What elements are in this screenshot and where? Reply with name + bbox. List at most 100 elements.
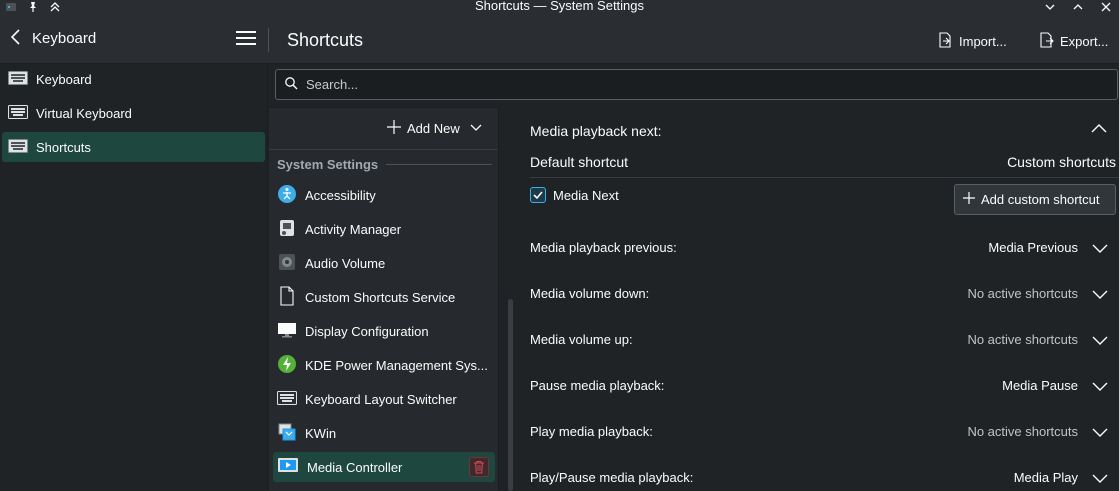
category-label: Media Controller bbox=[307, 459, 403, 475]
window-title: Shortcuts — System Settings bbox=[474, 0, 645, 13]
search-icon bbox=[284, 76, 298, 93]
action-name: Media playback previous: bbox=[530, 240, 677, 255]
document-icon bbox=[277, 285, 297, 309]
display-icon bbox=[277, 320, 297, 343]
shortcut-row-play[interactable]: Play media playback: No active shortcuts bbox=[530, 424, 1108, 444]
shortcut-row-pause[interactable]: Pause media playback: Media Pause bbox=[530, 378, 1108, 398]
category-item-media-controller[interactable]: Media Controller bbox=[273, 452, 495, 482]
shortcut-row-volume-up[interactable]: Media volume up: No active shortcuts bbox=[530, 332, 1108, 352]
default-shortcut-checkbox[interactable]: Media Next bbox=[530, 187, 619, 203]
title-bar: Shortcuts — System Settings bbox=[0, 0, 1119, 14]
maximize-icon[interactable] bbox=[1071, 0, 1085, 14]
chevron-down-icon[interactable] bbox=[1092, 472, 1108, 487]
category-label: Keyboard Layout Switcher bbox=[305, 391, 457, 407]
category-label: Custom Shortcuts Service bbox=[305, 289, 456, 305]
back-button[interactable]: Keyboard bbox=[8, 28, 96, 49]
search-input[interactable]: Search... bbox=[275, 69, 1118, 100]
sidebar-item-virtual-keyboard[interactable]: Virtual Keyboard bbox=[2, 98, 265, 128]
chevron-down-icon[interactable] bbox=[1092, 288, 1108, 303]
plus-icon bbox=[963, 192, 975, 207]
sidebar-item-label: Shortcuts bbox=[36, 139, 91, 155]
action-name: Play/Pause media playback: bbox=[530, 470, 694, 485]
export-icon bbox=[1038, 32, 1054, 51]
expanded-action-title: Media playback next: bbox=[530, 123, 662, 139]
shortcut-value: No active shortcuts bbox=[967, 424, 1078, 439]
hamburger-menu-icon[interactable] bbox=[236, 31, 256, 47]
shortcut-row-volume-down[interactable]: Media volume down: No active shortcuts bbox=[530, 286, 1108, 306]
chevron-down-icon[interactable] bbox=[1092, 334, 1108, 349]
category-label: Accessibility bbox=[305, 187, 376, 203]
chevron-down-icon bbox=[470, 121, 482, 136]
category-item-activity-manager[interactable]: Activity Manager bbox=[273, 214, 495, 244]
import-button[interactable]: Import... bbox=[937, 32, 1007, 51]
add-new-button[interactable]: Add New bbox=[387, 120, 482, 137]
shortcut-value: No active shortcuts bbox=[967, 332, 1078, 347]
shortcut-row-play-pause[interactable]: Play/Pause media playback: Media Play bbox=[530, 470, 1108, 490]
audio-volume-icon bbox=[277, 252, 297, 275]
virtual-keyboard-icon bbox=[8, 104, 28, 122]
import-icon bbox=[937, 32, 953, 51]
shortcut-row-media-previous[interactable]: Media playback previous: Media Previous bbox=[530, 240, 1108, 260]
custom-shortcuts-heading: Custom shortcuts bbox=[1007, 154, 1116, 170]
minimize-icon[interactable] bbox=[1043, 0, 1057, 14]
chevron-down-icon[interactable] bbox=[1092, 426, 1108, 441]
close-icon[interactable] bbox=[1099, 0, 1113, 14]
header-toolbar: Keyboard Shortcuts Import... Export... bbox=[0, 14, 1119, 64]
category-label: Display Configuration bbox=[305, 323, 429, 339]
category-item-keyboard-layout-switcher[interactable]: Keyboard Layout Switcher bbox=[273, 384, 495, 414]
delete-button[interactable] bbox=[469, 457, 489, 477]
import-label: Import... bbox=[959, 34, 1007, 49]
category-label: Audio Volume bbox=[305, 255, 386, 271]
keyboard-icon bbox=[8, 70, 28, 88]
category-item-display-configuration[interactable]: Display Configuration bbox=[273, 316, 495, 346]
trash-icon bbox=[474, 460, 484, 474]
keyboard-icon bbox=[277, 390, 297, 408]
sidebar-item-keyboard[interactable]: Keyboard bbox=[2, 64, 265, 94]
action-name: Media volume up: bbox=[530, 332, 633, 347]
shortcut-value: Media Previous bbox=[988, 240, 1078, 255]
group-header-label: System Settings bbox=[277, 157, 379, 172]
category-item-accessibility[interactable]: Accessibility bbox=[273, 180, 495, 210]
activity-manager-icon bbox=[277, 218, 297, 241]
main-content: Search... Add New System Settings Access… bbox=[269, 64, 1119, 491]
divider bbox=[269, 149, 497, 150]
action-name: Pause media playback: bbox=[530, 378, 665, 393]
export-label: Export... bbox=[1060, 34, 1109, 49]
chevron-down-icon[interactable] bbox=[1092, 380, 1108, 395]
media-controller-icon bbox=[277, 457, 299, 478]
category-label: KDE Power Management Sys... bbox=[305, 357, 488, 373]
sidebar-item-shortcuts[interactable]: Shortcuts bbox=[2, 132, 265, 162]
category-item-audio-volume[interactable]: Audio Volume bbox=[273, 248, 495, 278]
shortcut-value: Media Play bbox=[1013, 470, 1078, 485]
export-button[interactable]: Export... bbox=[1038, 32, 1108, 51]
divider bbox=[530, 177, 1119, 178]
sidebar-item-label: Virtual Keyboard bbox=[36, 105, 132, 121]
back-label: Keyboard bbox=[32, 30, 97, 47]
chevron-up-icon[interactable] bbox=[1091, 123, 1107, 138]
category-item-custom-shortcuts-service[interactable]: Custom Shortcuts Service bbox=[273, 282, 495, 312]
category-scrollbar[interactable] bbox=[508, 299, 513, 491]
action-name: Media volume down: bbox=[530, 286, 650, 301]
search-placeholder: Search... bbox=[306, 77, 359, 92]
panel-divider bbox=[498, 107, 499, 491]
category-label: Activity Manager bbox=[305, 221, 402, 237]
action-name: Play media playback: bbox=[530, 424, 653, 439]
group-header-line bbox=[386, 164, 493, 165]
plus-icon bbox=[387, 120, 401, 137]
kwin-icon bbox=[277, 422, 297, 445]
chevron-left-icon bbox=[8, 28, 24, 49]
power-icon bbox=[277, 354, 297, 377]
default-shortcut-value: Media Next bbox=[553, 187, 619, 203]
shortcut-value: No active shortcuts bbox=[967, 286, 1078, 301]
category-label: KWin bbox=[305, 425, 337, 441]
group-header: System Settings bbox=[277, 157, 493, 172]
category-item-kwin[interactable]: KWin bbox=[273, 418, 495, 448]
category-list: Add New System Settings Accessibility Ac… bbox=[269, 107, 499, 491]
add-custom-shortcut-label: Add custom shortcut bbox=[981, 192, 1100, 207]
sidebar: Keyboard Virtual Keyboard Shortcuts bbox=[0, 64, 268, 491]
category-item-kde-power-management[interactable]: KDE Power Management Sys... bbox=[273, 350, 495, 380]
header-divider bbox=[268, 28, 269, 52]
default-shortcut-heading: Default shortcut bbox=[530, 154, 629, 170]
add-custom-shortcut-button[interactable]: Add custom shortcut bbox=[954, 184, 1116, 215]
chevron-down-icon[interactable] bbox=[1092, 242, 1108, 257]
